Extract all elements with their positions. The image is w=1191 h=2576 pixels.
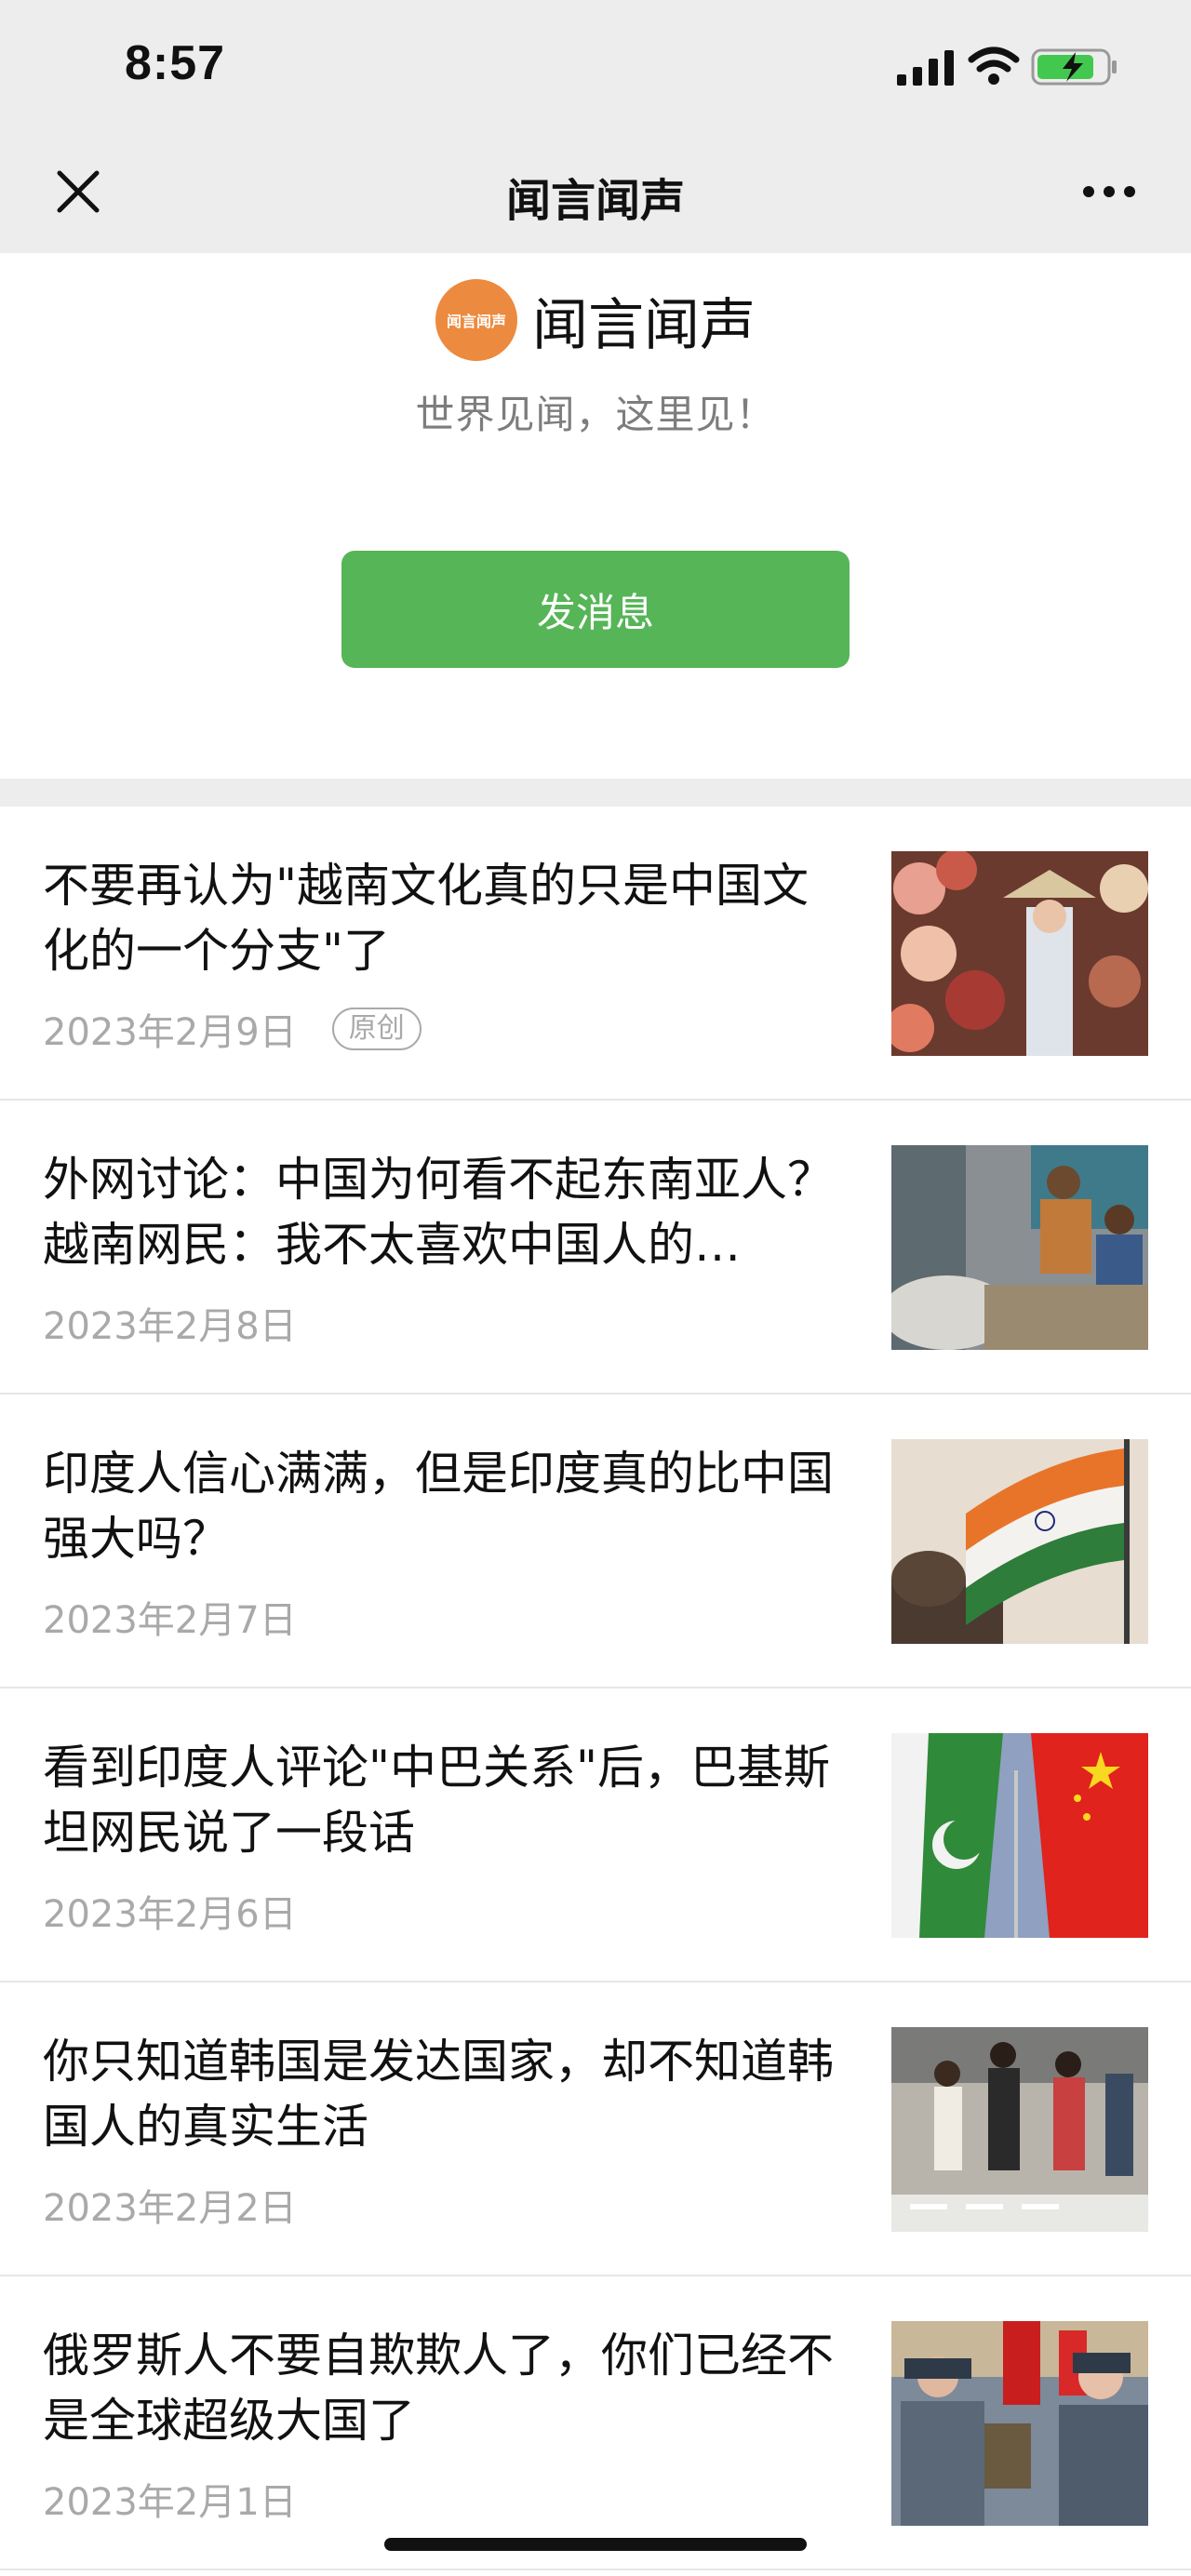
list-item[interactable]: 俄罗斯人不要自欺欺人了，你们已经不是全球超级大国了 2023年2月1日	[0, 2276, 1191, 2570]
article-title[interactable]: 俄罗斯人不要自欺欺人了，你们已经不是全球超级大国了	[43, 2323, 852, 2453]
send-message-button[interactable]: 发消息	[341, 551, 850, 668]
account-header: 闻言闻声 闻言闻声 世界见闻，这里见！ 发消息	[0, 253, 1191, 779]
article-thumbnail[interactable]	[891, 2321, 1148, 2526]
article-date: 2023年2月6日	[43, 1893, 297, 1936]
article-date: 2023年2月9日	[43, 1011, 297, 1054]
battery-charging-icon	[1031, 48, 1117, 86]
article-meta: 2023年2月7日	[43, 1590, 297, 1644]
home-indicator	[384, 2538, 807, 2551]
article-title[interactable]: 你只知道韩国是发达国家，却不知道韩国人的真实生活	[43, 2029, 852, 2159]
top-bar: 8:57 闻言闻声	[0, 0, 1191, 253]
page-title: 闻言闻声	[505, 175, 685, 227]
article-meta: 2023年2月1日	[43, 2472, 297, 2526]
cellular-signal-icon	[897, 50, 954, 86]
list-item[interactable]: 看到印度人评论"中巴关系"后，巴基斯坦网民说了一段话 2023年2月6日	[0, 1688, 1191, 1982]
account-slogan: 世界见闻，这里见！	[415, 392, 776, 437]
list-item[interactable]: 外网讨论：中国为何看不起东南亚人？越南网民：我不太喜欢中国人的… 2023年2月…	[0, 1101, 1191, 1395]
status-time: 8:57	[125, 36, 226, 90]
account-brand: 闻言闻声 闻言闻声	[0, 279, 1191, 361]
original-badge: 原创	[331, 1008, 422, 1050]
article-title[interactable]: 印度人信心满满，但是印度真的比中国强大吗？	[43, 1441, 852, 1571]
article-thumbnail[interactable]	[891, 1145, 1148, 1350]
article-date: 2023年2月7日	[43, 1599, 297, 1642]
list-item[interactable]: 印度人信心满满，但是印度真的比中国强大吗？ 2023年2月7日	[0, 1395, 1191, 1688]
article-meta: 2023年2月2日	[43, 2178, 297, 2232]
wifi-icon	[968, 47, 1020, 85]
article-list: 不要再认为"越南文化真的只是中国文化的一个分支"了 2023年2月9日 原创 外…	[0, 807, 1191, 2570]
list-item[interactable]: 你只知道韩国是发达国家，却不知道韩国人的真实生活 2023年2月2日	[0, 1982, 1191, 2276]
article-meta: 2023年2月9日 原创	[43, 1002, 422, 1056]
article-meta: 2023年2月8日	[43, 1296, 297, 1350]
account-name: 闻言闻声	[532, 292, 756, 358]
list-item[interactable]: 不要再认为"越南文化真的只是中国文化的一个分支"了 2023年2月9日 原创	[0, 807, 1191, 1101]
article-date: 2023年2月1日	[43, 2481, 297, 2524]
article-thumbnail[interactable]	[891, 1439, 1148, 1644]
article-title[interactable]: 不要再认为"越南文化真的只是中国文化的一个分支"了	[43, 853, 852, 983]
article-meta: 2023年2月6日	[43, 1884, 297, 1938]
article-date: 2023年2月8日	[43, 1305, 297, 1348]
article-title[interactable]: 外网讨论：中国为何看不起东南亚人？越南网民：我不太喜欢中国人的…	[43, 1147, 852, 1277]
more-options-icon[interactable]	[1079, 179, 1139, 205]
article-date: 2023年2月2日	[43, 2187, 297, 2230]
article-thumbnail[interactable]	[891, 1733, 1148, 1938]
avatar[interactable]: 闻言闻声	[435, 279, 517, 361]
article-thumbnail[interactable]	[891, 2027, 1148, 2232]
article-thumbnail[interactable]	[891, 851, 1148, 1056]
article-title[interactable]: 看到印度人评论"中巴关系"后，巴基斯坦网民说了一段话	[43, 1735, 852, 1865]
section-divider	[0, 779, 1191, 807]
